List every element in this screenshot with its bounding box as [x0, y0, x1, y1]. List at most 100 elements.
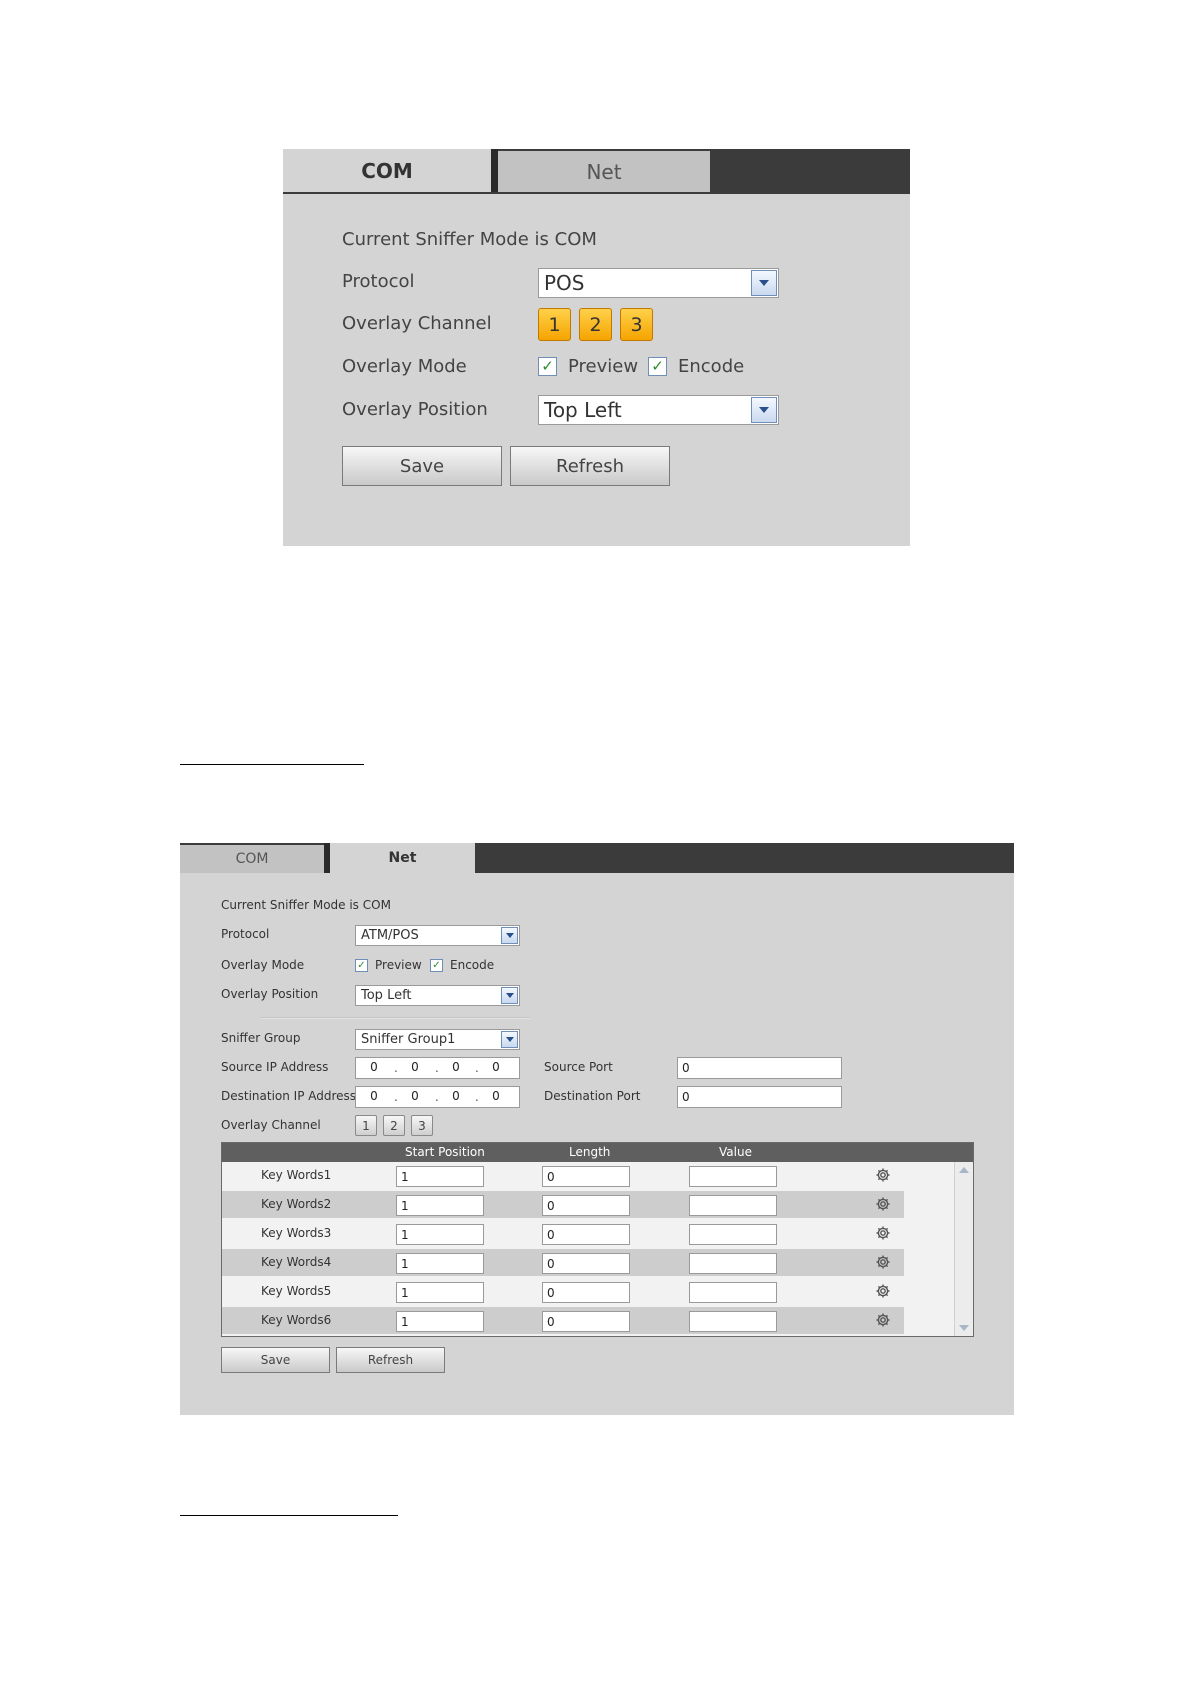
refresh-button[interactable]: Refresh [336, 1347, 445, 1373]
overlay-position-label: Overlay Position [221, 987, 319, 1001]
sniffer-group-select[interactable]: Sniffer Group1 [355, 1029, 520, 1050]
source-ip-octet-2: 0 [411, 1060, 419, 1074]
value-input[interactable] [689, 1311, 777, 1332]
tab-net[interactable]: Net [498, 151, 710, 192]
start-position-input[interactable]: 1 [396, 1224, 484, 1245]
dest-port-input[interactable]: 0 [677, 1086, 842, 1108]
start-position-input[interactable]: 1 [396, 1166, 484, 1187]
value-input[interactable] [689, 1195, 777, 1216]
gear-icon[interactable] [875, 1225, 891, 1241]
start-position-value: 1 [401, 1227, 409, 1242]
protocol-select-value: ATM/POS [361, 928, 419, 943]
length-input[interactable]: 0 [542, 1253, 630, 1274]
refresh-button[interactable]: Refresh [510, 446, 670, 486]
net-panel: COM Net Current Sniffer Mode is COM Prot… [180, 843, 1014, 1415]
source-port-value: 0 [682, 1061, 690, 1075]
length-input[interactable]: 0 [542, 1282, 630, 1303]
tab-com-label: COM [361, 158, 413, 183]
length-input[interactable]: 0 [542, 1195, 630, 1216]
overlay-channel-2[interactable]: 2 [383, 1115, 405, 1136]
save-button-label: Save [260, 1353, 291, 1367]
start-position-input[interactable]: 1 [396, 1282, 484, 1303]
row-name: Key Words5 [261, 1284, 332, 1298]
value-input[interactable] [689, 1282, 777, 1303]
preview-checkbox[interactable]: ✓ [538, 357, 557, 376]
preview-label: Preview [568, 356, 639, 377]
table-row: Key Words2 1 0 [222, 1191, 904, 1218]
save-button-label: Save [399, 455, 445, 477]
source-ip-label: Source IP Address [221, 1060, 329, 1074]
length-input[interactable]: 0 [542, 1224, 630, 1245]
gear-icon[interactable] [875, 1283, 891, 1299]
gear-icon[interactable] [875, 1167, 891, 1183]
tab-com[interactable]: COM [180, 845, 324, 873]
dest-ip-octet-4: 0 [492, 1089, 500, 1103]
chevron-down-icon[interactable] [501, 987, 518, 1004]
start-position-input[interactable]: 1 [396, 1253, 484, 1274]
overlay-channel-1[interactable]: 1 [538, 308, 571, 341]
encode-checkbox[interactable]: ✓ [430, 959, 443, 972]
grid-scrollbar[interactable] [954, 1162, 973, 1336]
chevron-down-icon[interactable] [751, 397, 777, 423]
start-position-input[interactable]: 1 [396, 1311, 484, 1332]
start-position-input[interactable]: 1 [396, 1195, 484, 1216]
source-ip-input[interactable]: 0 . 0 . 0 . 0 [355, 1057, 520, 1079]
encode-label: Encode [678, 356, 745, 377]
dest-ip-label: Destination IP Address [221, 1089, 357, 1103]
source-port-label: Source Port [544, 1060, 613, 1074]
ip-dot: . [394, 1061, 398, 1075]
chevron-down-icon[interactable] [501, 927, 518, 944]
overlay-channel-2[interactable]: 2 [579, 308, 612, 341]
chevron-down-icon[interactable] [501, 1031, 518, 1048]
protocol-select[interactable]: ATM/POS [355, 925, 520, 946]
overlay-channel-3[interactable]: 3 [411, 1115, 433, 1136]
source-ip-octet-4: 0 [492, 1060, 500, 1074]
overlay-position-label: Overlay Position [342, 399, 488, 420]
protocol-label: Protocol [221, 927, 270, 941]
value-input[interactable] [689, 1166, 777, 1187]
chevron-down-icon[interactable] [751, 270, 777, 296]
protocol-select-value: POS [544, 271, 585, 295]
overlay-position-select[interactable]: Top Left [355, 985, 520, 1006]
save-button[interactable]: Save [342, 446, 502, 486]
gear-icon[interactable] [875, 1196, 891, 1212]
refresh-button-label: Refresh [367, 1353, 414, 1367]
tab-net[interactable]: Net [330, 843, 475, 873]
overlay-mode-label: Overlay Mode [342, 356, 467, 377]
length-value: 0 [547, 1285, 555, 1300]
tab-net-label: Net [586, 159, 622, 184]
overlay-channel-3-label: 3 [630, 313, 643, 336]
source-port-input[interactable]: 0 [677, 1057, 842, 1079]
preview-label: Preview [375, 958, 422, 972]
scroll-up-icon[interactable] [959, 1167, 969, 1173]
overlay-channel-2-label: 2 [589, 313, 602, 336]
length-value: 0 [547, 1198, 555, 1213]
save-button[interactable]: Save [221, 1347, 330, 1373]
gear-icon[interactable] [875, 1254, 891, 1270]
checkmark-icon: ✓ [357, 959, 366, 971]
overlay-channel-3[interactable]: 3 [620, 308, 653, 341]
length-input[interactable]: 0 [542, 1311, 630, 1332]
scroll-down-icon[interactable] [959, 1325, 969, 1331]
row-name: Key Words4 [261, 1255, 332, 1269]
tab-net-label: Net [388, 850, 417, 866]
length-value: 0 [547, 1169, 555, 1184]
overlay-channel-1[interactable]: 1 [355, 1115, 377, 1136]
value-input[interactable] [689, 1253, 777, 1274]
gear-icon[interactable] [875, 1312, 891, 1328]
encode-checkbox[interactable]: ✓ [648, 357, 667, 376]
dest-ip-input[interactable]: 0 . 0 . 0 . 0 [355, 1086, 520, 1108]
preview-checkbox[interactable]: ✓ [355, 959, 368, 972]
sniffer-mode-text: Current Sniffer Mode is COM [221, 898, 391, 912]
length-input[interactable]: 0 [542, 1166, 630, 1187]
protocol-select[interactable]: POS [538, 268, 779, 298]
dest-port-value: 0 [682, 1090, 690, 1104]
dest-ip-octet-3: 0 [452, 1089, 460, 1103]
overlay-position-select[interactable]: Top Left [538, 395, 779, 425]
value-input[interactable] [689, 1224, 777, 1245]
overlay-mode-label: Overlay Mode [221, 958, 305, 972]
com-panel: COM Net Current Sniffer Mode is COM Prot… [283, 149, 910, 546]
refresh-button-label: Refresh [556, 455, 624, 477]
tab-com[interactable]: COM [283, 149, 491, 192]
keywords-grid-header: Start Position Length Value [222, 1143, 973, 1162]
